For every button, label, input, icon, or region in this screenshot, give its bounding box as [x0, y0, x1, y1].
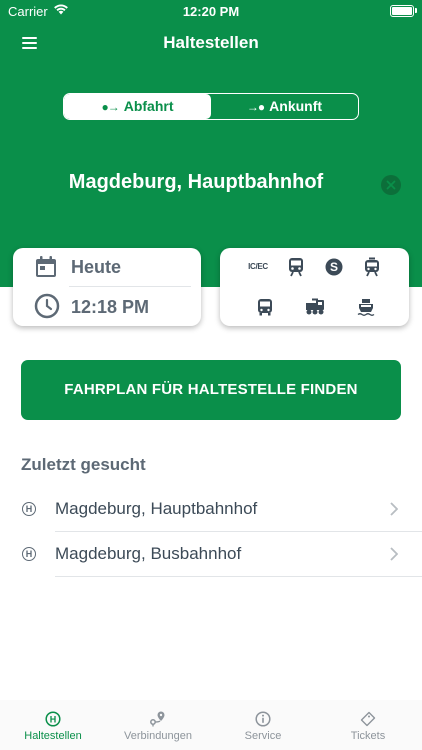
regional-train-icon[interactable] [285, 256, 307, 278]
svg-text:H: H [50, 714, 57, 724]
arrival-label: Ankunft [269, 98, 323, 114]
ferry-icon[interactable] [355, 296, 377, 318]
s-bahn-icon[interactable]: S [323, 256, 345, 278]
departure-icon: ●→ [101, 100, 119, 114]
tab-label: Tickets [350, 730, 386, 742]
transport-modes-card: IC/EC S [220, 248, 409, 326]
recent-searches-heading: Zuletzt gesucht [21, 455, 146, 474]
tab-arrival[interactable]: →● Ankunft [211, 94, 358, 119]
divider [69, 286, 191, 287]
svg-text:S: S [330, 260, 338, 274]
stop-icon: H [3, 708, 103, 730]
tab-label: Service [244, 730, 282, 742]
tram-icon[interactable] [361, 256, 383, 278]
stop-icon: H [22, 502, 36, 516]
list-item[interactable]: H Magdeburg, Hauptbahnhof [0, 488, 422, 532]
tab-label: Haltestellen [24, 730, 82, 742]
chevron-right-icon [390, 547, 399, 566]
date-row[interactable]: Heute [13, 248, 201, 286]
status-bar: Carrier 12:20 PM [0, 0, 422, 24]
tab-departure[interactable]: ●→ Abfahrt [64, 94, 211, 119]
tab-haltestellen[interactable]: H Haltestellen [3, 708, 103, 742]
info-icon [213, 708, 313, 730]
intercity-icon[interactable]: IC/EC [247, 256, 269, 278]
battery-tip [415, 8, 417, 13]
arrival-icon: →● [246, 100, 265, 114]
page-title: Haltestellen [163, 33, 259, 52]
intercity-label: IC/EC [248, 262, 268, 271]
tab-tickets[interactable]: Tickets [318, 708, 418, 742]
recent-station-name: Magdeburg, Busbahnhof [55, 544, 242, 563]
clock: 12:20 PM [182, 4, 240, 19]
close-icon [386, 180, 396, 190]
clock-icon [34, 293, 60, 324]
clear-station-button[interactable] [381, 175, 401, 195]
station-name[interactable]: Magdeburg, Hauptbahnhof [0, 171, 392, 194]
battery-icon [390, 5, 414, 17]
datetime-card: Heute 12:18 PM [13, 248, 201, 326]
route-icon [108, 708, 208, 730]
divider [55, 531, 422, 532]
divider [55, 576, 422, 577]
list-item[interactable]: H Magdeburg, Busbahnhof [0, 533, 422, 577]
calendar-icon [34, 255, 58, 284]
time-row[interactable]: 12:18 PM [13, 288, 201, 326]
stop-icon: H [22, 547, 36, 561]
tab-service[interactable]: Service [213, 708, 313, 742]
tab-label: Verbindungen [124, 730, 192, 742]
tab-verbindungen[interactable]: Verbindungen [108, 708, 208, 742]
recent-station-name: Magdeburg, Hauptbahnhof [55, 499, 258, 518]
chevron-right-icon [390, 502, 399, 521]
direction-toggle: ●→ Abfahrt →● Ankunft [63, 93, 359, 120]
time-label: 12:18 PM [71, 297, 150, 317]
departure-label: Abfahrt [123, 98, 174, 114]
tab-bar: H Haltestellen Verbindungen Service Tick… [0, 700, 422, 750]
date-label: Heute [71, 257, 122, 277]
ticket-icon [318, 708, 418, 730]
steam-train-icon[interactable] [304, 296, 326, 318]
bus-icon[interactable] [254, 296, 276, 318]
find-timetable-button[interactable]: FAHRPLAN FÜR HALTESTELLE FINDEN [21, 360, 401, 420]
